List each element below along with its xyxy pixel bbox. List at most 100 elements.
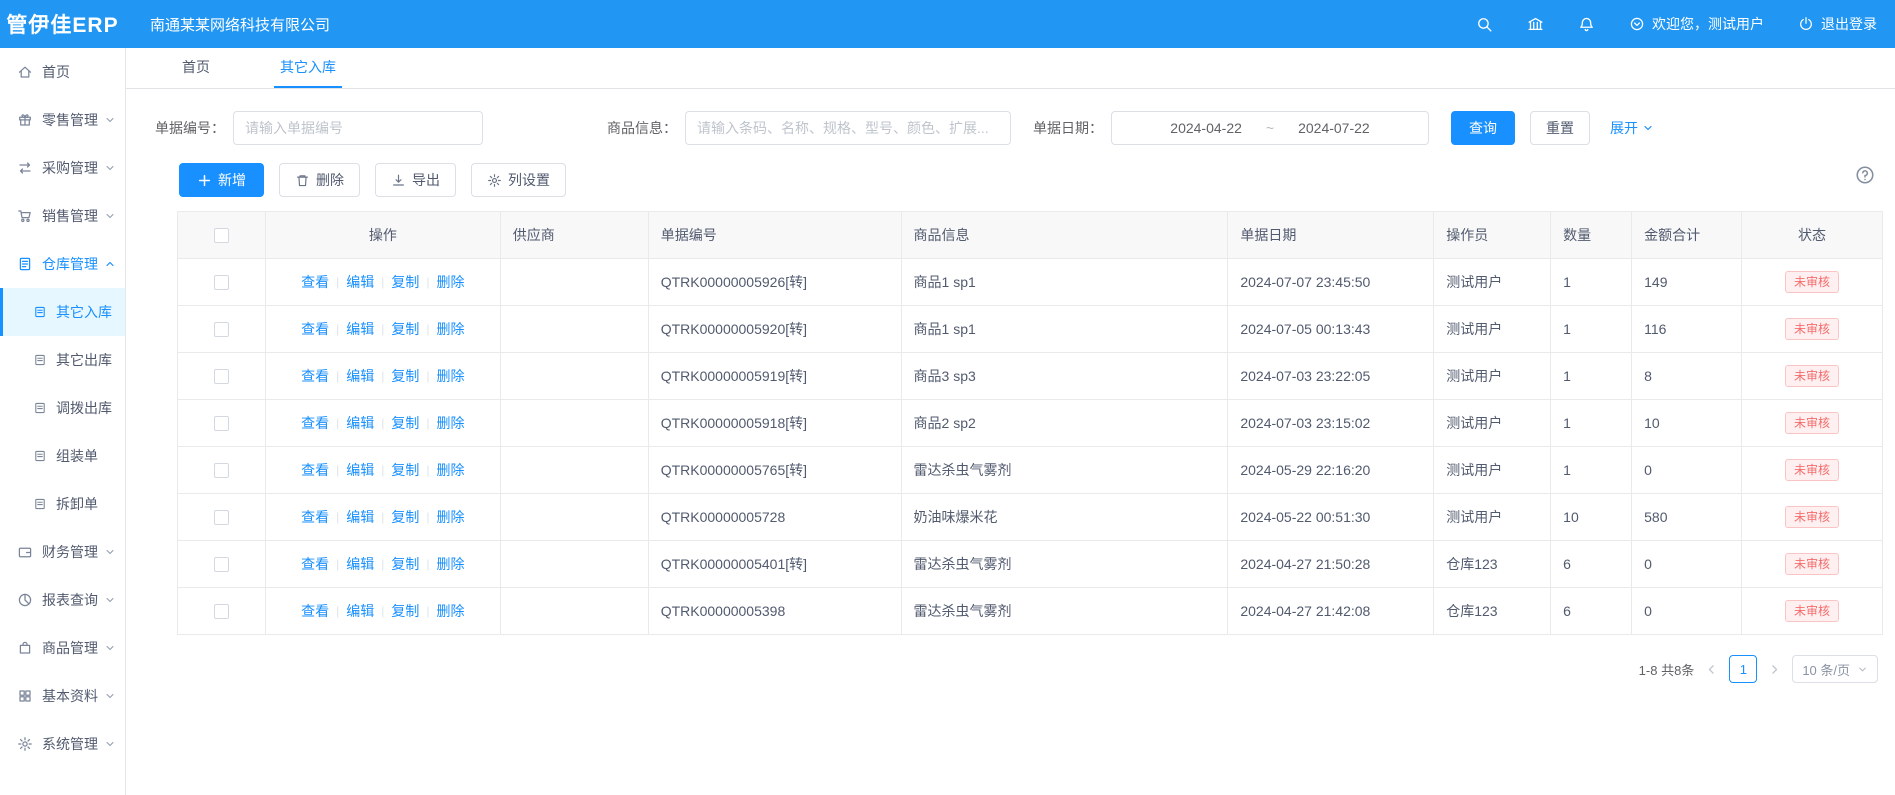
status-badge: 未审核 xyxy=(1785,318,1839,340)
cell-qty-value: 1 xyxy=(1563,415,1571,431)
action-link-0[interactable]: 查看 xyxy=(301,319,329,339)
search-icon[interactable] xyxy=(1476,16,1493,33)
logout-button[interactable]: 退出登录 xyxy=(1798,14,1877,34)
sidebar-item-finance[interactable]: 财务管理 xyxy=(0,528,125,576)
sidebar-item-purchase[interactable]: 采购管理 xyxy=(0,144,125,192)
sidebar-item-warehouse[interactable]: 仓库管理 xyxy=(0,240,125,288)
sidebar-item-sales[interactable]: 销售管理 xyxy=(0,192,125,240)
date-from[interactable]: 2024-04-22 xyxy=(1170,120,1242,136)
cell-bill-no-value: QTRK00000005918[转] xyxy=(661,413,807,433)
query-button[interactable]: 查询 xyxy=(1451,111,1515,145)
cell-operator: 测试用户 xyxy=(1434,259,1551,305)
action-link-3[interactable]: 删除 xyxy=(437,507,465,527)
cell-date-value: 2024-05-29 22:16:20 xyxy=(1240,462,1370,478)
add-button[interactable]: 新增 xyxy=(179,163,264,197)
tab-home[interactable]: 首页 xyxy=(176,48,216,88)
cell-product: 商品2 sp2 xyxy=(902,400,1229,446)
action-separator: | xyxy=(381,557,384,571)
action-link-1[interactable]: 编辑 xyxy=(346,366,374,386)
cell-actions: 查看|编辑|复制|删除 xyxy=(266,306,501,352)
action-link-0[interactable]: 查看 xyxy=(301,272,329,292)
cell-select xyxy=(178,353,266,399)
row-checkbox[interactable] xyxy=(214,322,229,337)
action-link-2[interactable]: 复制 xyxy=(391,319,419,339)
action-link-0[interactable]: 查看 xyxy=(301,554,329,574)
help-icon[interactable] xyxy=(1855,165,1875,185)
action-link-0[interactable]: 查看 xyxy=(301,507,329,527)
action-link-3[interactable]: 删除 xyxy=(437,601,465,621)
page-number-current[interactable]: 1 xyxy=(1729,655,1757,683)
reset-button[interactable]: 重置 xyxy=(1530,111,1590,145)
cell-status: 未审核 xyxy=(1742,259,1883,305)
sidebar-item-product[interactable]: 商品管理 xyxy=(0,624,125,672)
tab-other-inbound[interactable]: 其它入库 xyxy=(274,48,342,88)
cell-product-value: 商品1 sp1 xyxy=(914,272,976,292)
action-link-1[interactable]: 编辑 xyxy=(346,413,374,433)
action-link-1[interactable]: 编辑 xyxy=(346,554,374,574)
date-range-picker[interactable]: 2024-04-22 ~ 2024-07-22 xyxy=(1111,111,1429,145)
action-separator: | xyxy=(336,604,339,618)
row-checkbox[interactable] xyxy=(214,604,229,619)
action-link-2[interactable]: 复制 xyxy=(391,413,419,433)
cell-select xyxy=(178,447,266,493)
sidebar-item-report[interactable]: 报表查询 xyxy=(0,576,125,624)
chevron-left-icon[interactable] xyxy=(1705,663,1718,676)
sidebar-item-basic-data[interactable]: 基本资料 xyxy=(0,672,125,720)
bell-icon[interactable] xyxy=(1578,16,1595,33)
date-to[interactable]: 2024-07-22 xyxy=(1298,120,1370,136)
action-link-2[interactable]: 复制 xyxy=(391,272,419,292)
action-link-2[interactable]: 复制 xyxy=(391,366,419,386)
submenu-item-other-outbound[interactable]: 其它出库 xyxy=(0,336,125,384)
delete-button[interactable]: 删除 xyxy=(279,163,360,197)
cell-amount-value: 0 xyxy=(1644,556,1652,572)
column-settings-button[interactable]: 列设置 xyxy=(471,163,566,197)
cell-amount: 0 xyxy=(1632,447,1742,493)
sidebar-item-system[interactable]: 系统管理 xyxy=(0,720,125,768)
logout-icon xyxy=(1798,16,1814,32)
cell-actions: 查看|编辑|复制|删除 xyxy=(266,447,501,493)
row-checkbox[interactable] xyxy=(214,557,229,572)
action-link-3[interactable]: 删除 xyxy=(437,366,465,386)
row-checkbox[interactable] xyxy=(214,510,229,525)
select-all-checkbox[interactable] xyxy=(214,228,229,243)
action-link-3[interactable]: 删除 xyxy=(437,272,465,292)
product-info-input[interactable] xyxy=(685,111,1011,145)
submenu-item-transfer-outbound[interactable]: 调拨出库 xyxy=(0,384,125,432)
row-checkbox[interactable] xyxy=(214,416,229,431)
action-link-3[interactable]: 删除 xyxy=(437,554,465,574)
expand-link[interactable]: 展开 xyxy=(1610,118,1654,138)
sidebar-item-retail[interactable]: 零售管理 xyxy=(0,96,125,144)
action-link-0[interactable]: 查看 xyxy=(301,601,329,621)
welcome-user[interactable]: 欢迎您，测试用户 xyxy=(1629,14,1764,34)
sidebar-item-home[interactable]: 首页 xyxy=(0,48,125,96)
export-button[interactable]: 导出 xyxy=(375,163,456,197)
submenu-item-label: 其它入库 xyxy=(56,302,112,322)
bill-no-input[interactable] xyxy=(233,111,483,145)
action-link-1[interactable]: 编辑 xyxy=(346,507,374,527)
action-link-1[interactable]: 编辑 xyxy=(346,319,374,339)
bank-icon[interactable] xyxy=(1527,16,1544,33)
submenu-item-disassembly-order[interactable]: 拆卸单 xyxy=(0,480,125,528)
row-checkbox[interactable] xyxy=(214,275,229,290)
action-link-1[interactable]: 编辑 xyxy=(346,272,374,292)
submenu-item-assembly-order[interactable]: 组装单 xyxy=(0,432,125,480)
action-link-3[interactable]: 删除 xyxy=(437,413,465,433)
action-link-0[interactable]: 查看 xyxy=(301,460,329,480)
chevron-down-icon xyxy=(104,690,116,702)
action-link-1[interactable]: 编辑 xyxy=(346,601,374,621)
row-checkbox[interactable] xyxy=(214,369,229,384)
action-link-0[interactable]: 查看 xyxy=(301,413,329,433)
page-size-select[interactable]: 10 条/页 xyxy=(1792,655,1878,683)
action-link-2[interactable]: 复制 xyxy=(391,507,419,527)
cell-product: 雷达杀虫气雾剂 xyxy=(902,447,1229,493)
action-link-3[interactable]: 删除 xyxy=(437,460,465,480)
action-link-1[interactable]: 编辑 xyxy=(346,460,374,480)
action-link-2[interactable]: 复制 xyxy=(391,554,419,574)
action-link-0[interactable]: 查看 xyxy=(301,366,329,386)
action-link-2[interactable]: 复制 xyxy=(391,460,419,480)
chevron-right-icon[interactable] xyxy=(1768,663,1781,676)
action-link-2[interactable]: 复制 xyxy=(391,601,419,621)
submenu-item-other-inbound[interactable]: 其它入库 xyxy=(0,288,125,336)
row-checkbox[interactable] xyxy=(214,463,229,478)
action-link-3[interactable]: 删除 xyxy=(437,319,465,339)
